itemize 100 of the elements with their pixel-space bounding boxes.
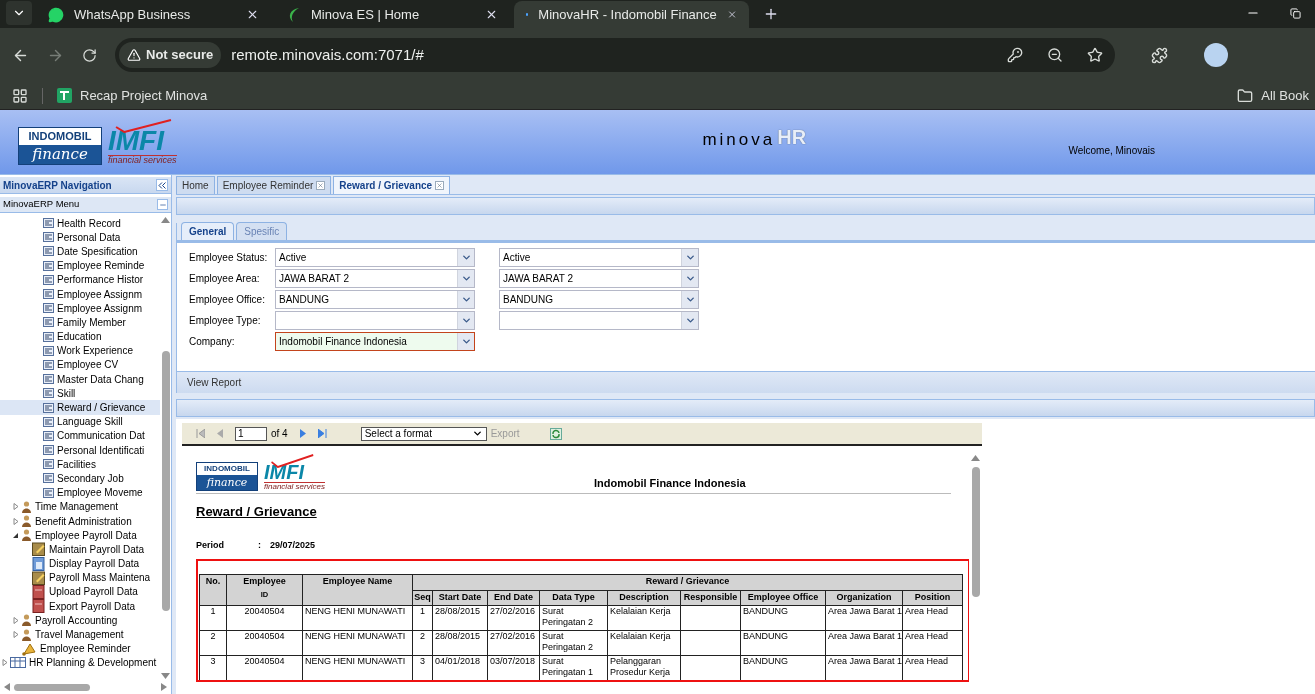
tree-item-label: Date Spesification bbox=[57, 244, 138, 259]
tree-item[interactable]: Employee Payroll Data bbox=[0, 528, 160, 543]
tree-item[interactable]: Benefit Administration bbox=[0, 513, 160, 529]
tree-item-label: Payroll Mass Maintena bbox=[49, 571, 151, 586]
vertical-scrollbar[interactable] bbox=[160, 216, 171, 680]
tree-item[interactable]: Employee Reminde bbox=[0, 258, 160, 273]
dropdown-field[interactable]: JAWA BARAT 2 bbox=[275, 269, 475, 288]
scroll-right-icon[interactable] bbox=[161, 683, 167, 691]
page-tab[interactable]: Home bbox=[176, 176, 215, 194]
close-icon[interactable] bbox=[485, 8, 498, 21]
dropdown-field[interactable]: JAWA BARAT 2 bbox=[499, 269, 699, 288]
restore-icon[interactable] bbox=[1290, 7, 1301, 19]
dropdown-field[interactable]: Indomobil Finance Indonesia bbox=[275, 332, 475, 351]
address-bar[interactable]: Not secure remote.minovais.com:7071/# bbox=[115, 38, 1115, 72]
tree-item-label: Health Record bbox=[57, 216, 121, 231]
tree-item[interactable]: Employee Reminder bbox=[0, 641, 160, 656]
expand-icon[interactable] bbox=[13, 517, 19, 525]
bookmark[interactable]: Recap Project Minova bbox=[57, 85, 208, 106]
tree-item[interactable]: Master Data Chang bbox=[0, 372, 160, 387]
collapse-panel-button[interactable] bbox=[156, 179, 168, 191]
tree-item[interactable]: Skill bbox=[0, 386, 160, 401]
page-field[interactable]: 1 bbox=[235, 426, 267, 441]
expand-icon[interactable] bbox=[13, 616, 19, 624]
scroll-up-icon[interactable] bbox=[161, 216, 170, 223]
zoom-icon[interactable] bbox=[1047, 47, 1063, 63]
tree-item[interactable]: Travel Management bbox=[0, 627, 160, 642]
form-icon bbox=[43, 218, 54, 229]
tab-title: MinovaHR - Indomobil Finance bbox=[538, 5, 717, 24]
tree-item[interactable]: Family Member bbox=[0, 315, 160, 330]
dropdown-field[interactable]: Active bbox=[499, 248, 699, 267]
browser-tab[interactable]: Minova ES | Home bbox=[275, 1, 510, 28]
person-icon bbox=[21, 529, 32, 542]
column-header: No. bbox=[199, 574, 227, 605]
tree-item-label: Employee Reminde bbox=[57, 259, 145, 274]
dropdown-field[interactable] bbox=[499, 311, 699, 330]
dropdown-field[interactable]: BANDUNG bbox=[275, 290, 475, 309]
browser-tab[interactable]: MinovaHR - Indomobil Finance bbox=[514, 1, 749, 28]
tree-item[interactable]: Facilities bbox=[0, 457, 160, 472]
tree-item[interactable]: Display Payroll Data bbox=[0, 556, 160, 571]
tree-item[interactable]: Personal Identificati bbox=[0, 443, 160, 458]
tree-item[interactable]: Employee Assignm bbox=[0, 301, 160, 316]
all-bookmarks[interactable]: All Book bbox=[1237, 85, 1309, 106]
tree-item[interactable]: Employee Assignm bbox=[0, 286, 160, 302]
star-icon[interactable] bbox=[1087, 47, 1103, 63]
table-cell: BANDUNG bbox=[740, 605, 826, 630]
tree-item[interactable]: Export Payroll Data bbox=[0, 599, 160, 614]
form-tab[interactable]: General bbox=[181, 222, 235, 240]
last-page-icon[interactable] bbox=[317, 429, 327, 438]
tree-item-label: Performance Histor bbox=[57, 273, 144, 288]
dropdown-field[interactable] bbox=[275, 311, 475, 330]
tree-item[interactable]: Time Management bbox=[0, 499, 160, 514]
tree-item[interactable]: Communication Dat bbox=[0, 428, 160, 443]
apps-icon[interactable] bbox=[12, 87, 28, 104]
security-chip[interactable]: Not secure bbox=[119, 42, 222, 68]
dropdown-field[interactable]: Active bbox=[275, 248, 475, 267]
previous-page-icon[interactable] bbox=[217, 429, 223, 438]
collapse-icon[interactable] bbox=[13, 531, 19, 539]
tree-item[interactable]: Performance Histor bbox=[0, 272, 160, 287]
collapse-menu-button[interactable] bbox=[157, 199, 168, 210]
expand-icon[interactable] bbox=[13, 631, 19, 639]
tree-item[interactable]: Education bbox=[0, 329, 160, 344]
tree-item[interactable]: Personal Data bbox=[0, 230, 160, 245]
avatar[interactable] bbox=[1204, 43, 1228, 67]
tree-item[interactable]: Date Spesification bbox=[0, 244, 160, 259]
form-icon bbox=[43, 345, 54, 356]
form-icon bbox=[43, 317, 54, 328]
tree-item[interactable]: Payroll Mass Maintena bbox=[0, 570, 160, 585]
first-page-icon[interactable] bbox=[196, 429, 205, 438]
tree-item[interactable]: Work Experience bbox=[0, 343, 160, 358]
close-icon[interactable] bbox=[246, 8, 259, 21]
browser-tab[interactable]: WhatsApp Business bbox=[36, 1, 271, 28]
minovahr-logo: minova HR bbox=[702, 125, 807, 151]
tree-item[interactable]: Payroll Accounting bbox=[0, 613, 160, 628]
tree-item[interactable]: HR Planning & Development bbox=[0, 655, 160, 670]
tree-item[interactable]: Language Skill bbox=[0, 414, 160, 429]
page-tab[interactable]: Employee Reminder bbox=[216, 176, 332, 194]
extensions-icon[interactable] bbox=[1151, 46, 1168, 64]
dropdown-field[interactable]: BANDUNG bbox=[499, 290, 699, 309]
format-select[interactable]: Select a format bbox=[360, 426, 487, 441]
tree-item[interactable]: Secondary Job bbox=[0, 471, 160, 486]
expand-icon[interactable] bbox=[2, 659, 8, 667]
new-tab-icon[interactable] bbox=[763, 6, 779, 22]
page-tab[interactable]: Reward / Grievance bbox=[333, 176, 451, 194]
tab-list-button[interactable] bbox=[6, 1, 32, 25]
scroll-left-icon[interactable] bbox=[4, 683, 10, 691]
scroll-up-icon[interactable] bbox=[971, 454, 980, 461]
tree-item[interactable]: Employee CV bbox=[0, 357, 160, 373]
tree-item[interactable]: Reward / Grievance bbox=[0, 400, 160, 415]
reload-icon[interactable] bbox=[82, 47, 97, 63]
tree-item[interactable]: Health Record bbox=[0, 216, 160, 231]
refresh-icon[interactable] bbox=[549, 427, 562, 440]
tree-item[interactable]: Upload Payroll Data bbox=[0, 584, 160, 600]
next-page-icon[interactable] bbox=[299, 429, 306, 438]
tree-item[interactable]: Employee Moveme bbox=[0, 485, 160, 500]
tree-item[interactable]: Maintain Payroll Data bbox=[0, 542, 160, 557]
table-cell: NENG HENI MUNAWATI bbox=[302, 655, 413, 680]
expand-icon[interactable] bbox=[13, 503, 19, 511]
key-icon[interactable] bbox=[1007, 47, 1023, 63]
table-cell: BANDUNG bbox=[740, 630, 826, 655]
view-report-button[interactable]: View Report bbox=[187, 375, 242, 390]
